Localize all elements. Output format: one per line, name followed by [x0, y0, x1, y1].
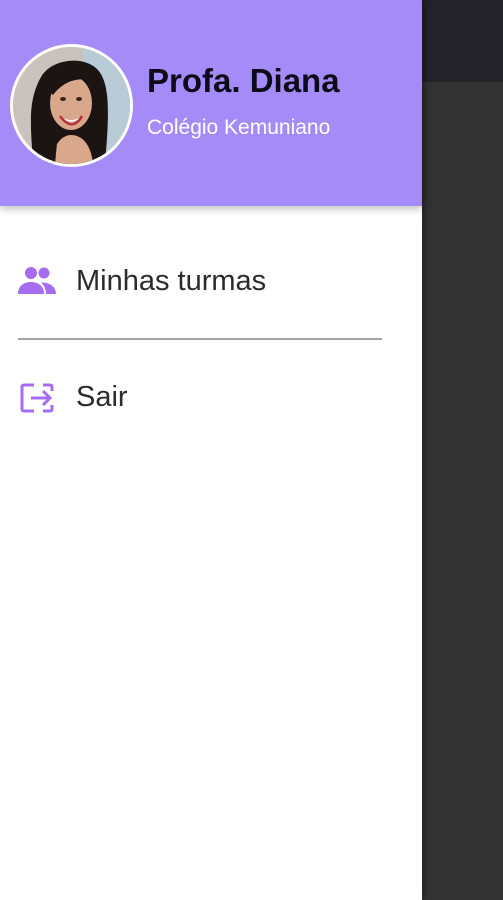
profile-school: Colégio Kemuniano	[147, 116, 331, 139]
avatar[interactable]	[10, 44, 133, 167]
menu-item-my-classes[interactable]: Minhas turmas	[0, 250, 422, 314]
menu-item-label: Sair	[76, 381, 128, 413]
menu-divider	[18, 338, 382, 340]
profile-name: Profa. Diana	[147, 62, 340, 99]
app-screen: Profa. Diana Colégio Kemuniano Minhas tu…	[0, 0, 503, 900]
navigation-drawer: Profa. Diana Colégio Kemuniano Minhas tu…	[0, 0, 422, 900]
menu-item-logout[interactable]: Sair	[0, 366, 422, 430]
drawer-header: Profa. Diana Colégio Kemuniano	[0, 0, 422, 206]
menu-item-label: Minhas turmas	[76, 265, 267, 297]
logout-icon	[17, 380, 57, 416]
people-icon	[17, 264, 57, 300]
profile-photo-icon	[13, 47, 130, 164]
